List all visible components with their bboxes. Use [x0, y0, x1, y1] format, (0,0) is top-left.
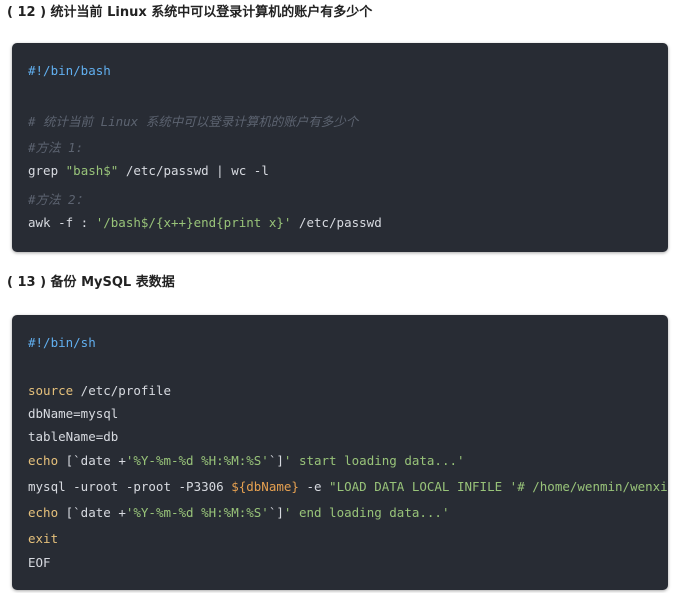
shebang-line: #!/bin/sh — [28, 335, 96, 350]
dbname-line: dbName=mysql — [28, 406, 119, 421]
awk-command-line: awk -f : '/bash$/{x++}end{print x}' /etc… — [28, 215, 382, 230]
echo-date-format: '%Y-%m-%d %H:%M:%S' — [125, 505, 269, 520]
comment-method-2: #方法 2： — [28, 192, 89, 207]
shebang-line: #!/bin/bash — [28, 63, 111, 78]
mysql-load-string: "LOAD DATA LOCAL INFILE '# /home/wenmin/… — [329, 479, 668, 494]
exit-line: exit — [28, 531, 59, 546]
section-12-heading: ( 12 ) 统计当前 Linux 系统中可以登录计算机的账户有多少个 — [7, 5, 373, 20]
echo-start-message: ' start loading data...' — [283, 453, 465, 468]
grep-pattern: "bash$" — [65, 163, 119, 178]
code-block-count-login-accounts: #!/bin/bash # 统计当前 Linux 系统中可以登录计算机的账户有多… — [12, 43, 668, 252]
source-line: source /etc/profile — [28, 383, 171, 398]
echo-end-message: ' end loading data...' — [283, 505, 450, 520]
echo-keyword: echo — [28, 453, 59, 468]
eof-line: EOF — [28, 555, 51, 570]
mysql-option: -e — [298, 479, 330, 494]
grep-cmd: grep — [28, 163, 66, 178]
grep-command-line: grep "bash$" /etc/passwd | wc -l — [28, 163, 269, 178]
mysql-command-line: mysql -uroot -proot -P3306 ${dbName} -e … — [28, 479, 668, 494]
echo-date-prefix: [`date + — [58, 453, 126, 468]
tablename-line: tableName=db — [28, 429, 119, 444]
grep-rest: /etc/passwd | wc -l — [118, 163, 269, 178]
source-path: /etc/profile — [73, 383, 171, 398]
echo-keyword: echo — [28, 505, 59, 520]
comment-method-1: #方法 1: — [28, 140, 84, 155]
echo-start-line: echo [`date +'%Y-%m-%d %H:%M:%S'`]' star… — [28, 453, 465, 468]
echo-date-suffix: `] — [268, 453, 284, 468]
echo-date-prefix: [`date + — [58, 505, 126, 520]
mysql-cmd: mysql -uroot -proot -P3306 — [28, 479, 232, 494]
code-block-mysql-backup: #!/bin/sh source /etc/profile dbName=mys… — [12, 315, 668, 590]
comment-line: # 统计当前 Linux 系统中可以登录计算机的账户有多少个 — [28, 114, 359, 129]
echo-end-line: echo [`date +'%Y-%m-%d %H:%M:%S'`]' end … — [28, 505, 449, 520]
section-13-heading: ( 13 ) 备份 MySQL 表数据 — [7, 275, 175, 290]
awk-rest: /etc/passwd — [291, 215, 382, 230]
echo-date-format: '%Y-%m-%d %H:%M:%S' — [125, 453, 269, 468]
mysql-db-variable: ${dbName} — [231, 479, 299, 494]
awk-script: '/bash$/{x++}end{print x}' — [95, 215, 292, 230]
awk-cmd: awk -f : — [28, 215, 96, 230]
echo-date-suffix: `] — [268, 505, 284, 520]
source-keyword: source — [28, 383, 74, 398]
